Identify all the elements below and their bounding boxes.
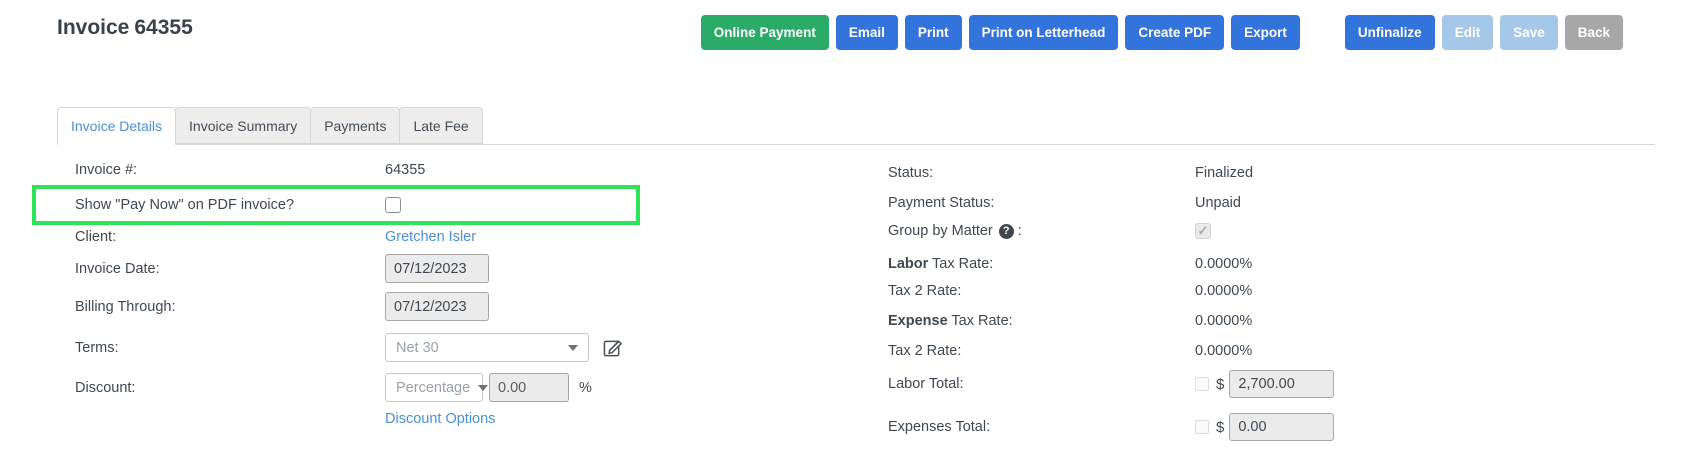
labor-tax2-rate-label: Tax 2 Rate:: [888, 283, 962, 299]
expenses-total-checkbox: [1195, 420, 1209, 434]
page-title-prefix: Invoice: [57, 16, 130, 39]
payment-status-value: Unpaid: [1195, 195, 1241, 211]
billing-through-input[interactable]: [385, 292, 489, 321]
edit-button[interactable]: Edit: [1441, 15, 1494, 50]
status-label: Status:: [888, 165, 934, 181]
invoice-page: Invoice 64355 Online Payment Email Print …: [0, 0, 1700, 460]
labor-tax2-rate-row: Tax 2 Rate: 0.0000%: [888, 281, 1252, 301]
help-icon[interactable]: ?: [998, 223, 1014, 239]
pay-now-row: Show "Pay Now" on PDF invoice?: [75, 197, 401, 213]
export-button[interactable]: Export: [1231, 15, 1300, 50]
expenses-total-input[interactable]: [1229, 413, 1335, 441]
discount-row: Discount: Percentage %: [75, 373, 592, 402]
discount-options-row: Discount Options: [385, 409, 495, 429]
payment-status-label: Payment Status:: [888, 195, 995, 211]
create-pdf-button[interactable]: Create PDF: [1125, 15, 1225, 50]
group-by-matter-label: Group by Matter ? :: [888, 223, 1022, 239]
expenses-total-label: Expenses Total:: [888, 419, 991, 435]
labor-total-currency: $: [1216, 375, 1225, 393]
labor-total-input[interactable]: [1229, 370, 1335, 398]
edit-terms-icon[interactable]: [603, 338, 622, 357]
group-by-matter-checkbox: ✓: [1195, 223, 1211, 239]
email-button[interactable]: Email: [835, 15, 898, 50]
labor-total-label: Labor Total:: [888, 376, 964, 392]
tab-invoice-details[interactable]: Invoice Details: [57, 107, 177, 145]
tab-payments[interactable]: Payments: [310, 107, 401, 144]
payment-status-row: Payment Status: Unpaid: [888, 193, 1241, 213]
pay-now-label: Show "Pay Now" on PDF invoice?: [75, 197, 295, 213]
dropdown-arrow-icon: [568, 344, 578, 351]
labor-total-checkbox: [1195, 377, 1209, 391]
online-payment-button[interactable]: Online Payment: [700, 15, 829, 50]
labor-total-row: Labor Total: $: [888, 370, 1335, 398]
status-row: Status: Finalized: [888, 163, 1253, 183]
client-link[interactable]: Gretchen Isler: [385, 229, 476, 245]
save-button[interactable]: Save: [1500, 15, 1558, 50]
invoice-date-row: Invoice Date:: [75, 254, 489, 283]
discount-label: Discount:: [75, 379, 136, 396]
terms-select[interactable]: Net 30: [385, 333, 589, 362]
group-by-matter-row: Group by Matter ? : ✓: [888, 221, 1211, 241]
unfinalize-button[interactable]: Unfinalize: [1344, 15, 1435, 50]
pay-now-checkbox[interactable]: [385, 197, 401, 213]
invoice-number-title: 64355: [134, 16, 193, 39]
expense-tax-rate-value: 0.0000%: [1195, 313, 1253, 329]
expense-tax2-rate-value: 0.0000%: [1195, 343, 1253, 359]
terms-selected-value: Net 30: [396, 339, 439, 356]
print-on-letterhead-button[interactable]: Print on Letterhead: [968, 15, 1119, 50]
tab-bar: Invoice Details Invoice Summary Payments…: [57, 107, 1655, 145]
expense-tax-rate-row: Expense Tax Rate: 0.0000%: [888, 311, 1252, 331]
client-label: Client:: [75, 229, 117, 245]
discount-unit: %: [579, 379, 592, 396]
invoice-date-label: Invoice Date:: [75, 260, 160, 277]
expense-tax-rate-label: Expense Tax Rate:: [888, 313, 1013, 329]
expense-tax2-rate-row: Tax 2 Rate: 0.0000%: [888, 341, 1252, 361]
terms-row: Terms: Net 30: [75, 333, 622, 362]
terms-label: Terms:: [75, 339, 119, 356]
invoice-number-row: Invoice #: 64355: [75, 160, 425, 180]
page-title: Invoice 64355: [57, 16, 193, 40]
invoice-number-value: 64355: [385, 162, 426, 178]
expense-tax2-rate-label: Tax 2 Rate:: [888, 343, 962, 359]
back-button[interactable]: Back: [1564, 15, 1623, 50]
discount-type-select[interactable]: Percentage: [385, 373, 489, 402]
print-button[interactable]: Print: [904, 15, 962, 50]
expenses-total-row: Expenses Total: $: [888, 413, 1335, 441]
discount-amount-input[interactable]: [489, 373, 569, 402]
labor-tax-rate-value: 0.0000%: [1195, 256, 1253, 272]
invoice-number-label: Invoice #:: [75, 162, 138, 178]
discount-options-link[interactable]: Discount Options: [385, 411, 495, 427]
status-value: Finalized: [1195, 165, 1254, 181]
labor-tax2-rate-value: 0.0000%: [1195, 283, 1253, 299]
discount-type-value: Percentage: [396, 379, 471, 396]
client-row: Client: Gretchen Isler: [75, 227, 476, 247]
billing-through-row: Billing Through:: [75, 292, 489, 321]
dropdown-arrow-icon: [478, 384, 489, 391]
toolbar: Online Payment Email Print Print on Lett…: [700, 15, 1623, 50]
labor-tax-rate-label: Labor Tax Rate:: [888, 256, 994, 272]
invoice-date-input[interactable]: [385, 254, 489, 283]
billing-through-label: Billing Through:: [75, 298, 176, 315]
labor-tax-rate-row: Labor Tax Rate: 0.0000%: [888, 254, 1252, 274]
expenses-total-currency: $: [1216, 418, 1225, 436]
tab-invoice-summary[interactable]: Invoice Summary: [175, 107, 312, 144]
tab-late-fee[interactable]: Late Fee: [399, 107, 483, 144]
